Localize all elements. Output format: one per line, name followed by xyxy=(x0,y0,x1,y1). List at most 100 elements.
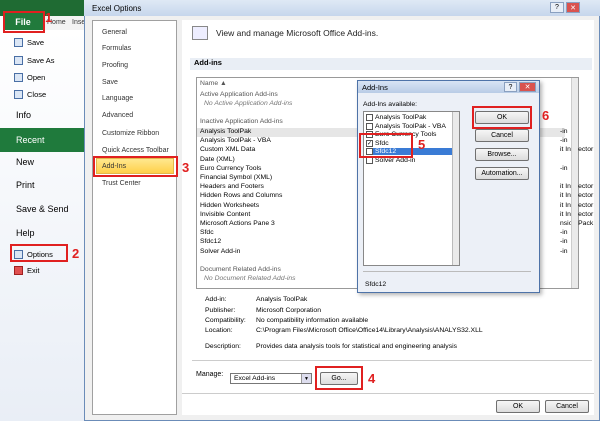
annotation-box-3 xyxy=(93,156,178,177)
annotation-box-1 xyxy=(3,11,45,33)
help-icon[interactable]: ? xyxy=(550,2,564,13)
open-item[interactable]: Open xyxy=(0,73,92,82)
active-none: No Active Application Add-ins xyxy=(204,100,293,107)
backstage-menu xyxy=(0,30,92,421)
detail-location-value: C:\Program Files\Microsoft Office\Office… xyxy=(256,327,483,334)
annotation-3: 3 xyxy=(182,160,190,175)
close-item[interactable]: Close xyxy=(0,90,92,99)
addin-row[interactable]: Financial Symbol (XML) xyxy=(200,174,272,181)
checkbox[interactable] xyxy=(366,114,373,121)
divider xyxy=(192,360,592,361)
save-icon xyxy=(14,38,23,47)
addins-help-icon[interactable]: ? xyxy=(504,82,517,92)
addin-type-fragment: -in xyxy=(560,128,568,135)
addin-type-fragment: -in xyxy=(560,229,568,237)
available-item[interactable]: Analysis ToolPak - VBA xyxy=(366,122,446,130)
manage-select[interactable]: Excel Add-ins ▼ xyxy=(230,373,312,384)
cancel-button[interactable]: Cancel xyxy=(545,400,589,413)
dialog-title: Excel Options xyxy=(92,3,142,13)
info-item[interactable]: Info xyxy=(0,110,92,120)
annotation-1: 1 xyxy=(45,10,53,25)
manage-label: Manage: xyxy=(196,371,224,378)
addins-cancel-button[interactable]: Cancel xyxy=(475,129,529,142)
available-item[interactable]: Solver Add-in xyxy=(366,157,415,164)
new-item[interactable]: New xyxy=(0,157,92,167)
available-item[interactable]: Analysis ToolPak xyxy=(366,114,426,121)
detail-desc-label: Description: xyxy=(205,343,241,350)
addin-row[interactable]: Analysis ToolPak xyxy=(200,128,251,135)
detail-addin-value: Analysis ToolPak xyxy=(256,296,308,303)
dialog-title-bar: Excel Options xyxy=(84,0,600,16)
addin-row[interactable]: Hidden Worksheets xyxy=(200,202,259,209)
addins-section-title: Add-ins xyxy=(190,58,592,70)
available-item-label: Analysis ToolPak xyxy=(375,114,427,121)
detail-compat-label: Compatibility: xyxy=(205,317,246,324)
list-scrollbar[interactable] xyxy=(571,78,578,288)
available-item-label: Solver Add-in xyxy=(375,157,416,164)
detail-addin-label: Add-in: xyxy=(205,296,227,303)
addin-row[interactable]: Analysis ToolPak - VBA xyxy=(200,137,271,144)
doc-none: No Document Related Add-ins xyxy=(204,275,296,282)
close-icon[interactable]: ✕ xyxy=(566,2,580,13)
automation-button[interactable]: Automation... xyxy=(475,167,529,180)
detail-compat-value: No compatibility information available xyxy=(256,317,369,324)
detail-publisher-value: Microsoft Corporation xyxy=(256,307,321,314)
browse-button[interactable]: Browse... xyxy=(475,148,529,161)
addin-row[interactable]: Microsoft Actions Pane 3 xyxy=(200,220,275,227)
save-send-item[interactable]: Save & Send xyxy=(0,204,92,214)
addin-row[interactable]: Date (XML) xyxy=(200,156,235,163)
nav-proofing[interactable]: Proofing xyxy=(102,62,128,69)
addin-row[interactable]: Sfdc12 xyxy=(200,238,221,245)
nav-formulas[interactable]: Formulas xyxy=(102,45,131,52)
annotation-box-4 xyxy=(315,366,363,390)
nav-trust-center[interactable]: Trust Center xyxy=(102,180,141,187)
addin-row[interactable]: Headers and Footers xyxy=(200,183,264,190)
save-item[interactable]: Save xyxy=(0,38,92,47)
print-item[interactable]: Print xyxy=(0,180,92,190)
detail-publisher-label: Publisher: xyxy=(205,307,236,314)
annotation-5: 5 xyxy=(418,137,426,152)
addin-row[interactable]: Custom XML Data xyxy=(200,146,255,153)
nav-quick-access-toolbar[interactable]: Quick Access Toolbar xyxy=(102,147,169,154)
nav-save[interactable]: Save xyxy=(102,79,118,86)
addin-row[interactable]: Sfdc xyxy=(200,229,214,236)
annotation-2: 2 xyxy=(72,246,80,261)
addins-close-icon[interactable]: ✕ xyxy=(519,82,536,92)
nav-advanced[interactable]: Advanced xyxy=(102,112,133,119)
recent-item[interactable]: Recent xyxy=(0,128,92,152)
detail-location-label: Location: xyxy=(205,327,233,334)
column-name-header[interactable]: Name ▲ xyxy=(200,80,227,87)
addin-row[interactable]: Hidden Rows and Columns xyxy=(200,192,282,199)
addin-row[interactable]: Euro Currency Tools xyxy=(200,165,261,172)
addin-type-fragment: -in xyxy=(560,164,568,172)
annotation-6: 6 xyxy=(542,108,550,123)
nav-general[interactable]: General xyxy=(102,29,127,36)
doc-header: Document Related Add-ins xyxy=(200,266,281,273)
ok-button[interactable]: OK xyxy=(496,400,540,413)
available-label: Add-Ins available: xyxy=(363,101,418,108)
available-item-label: Analysis ToolPak - VBA xyxy=(375,122,446,130)
exit-item[interactable]: Exit xyxy=(0,266,92,275)
addin-row[interactable]: Solver Add-in xyxy=(200,248,240,255)
active-header: Active Application Add-ins xyxy=(200,91,278,98)
addin-type-fragment: -in xyxy=(560,137,568,145)
addins-gear-icon xyxy=(192,26,208,40)
available-scrollbar[interactable] xyxy=(452,112,459,265)
checkbox[interactable] xyxy=(366,157,373,164)
folder-icon xyxy=(14,73,23,82)
annotation-box-5 xyxy=(359,133,413,158)
help-item[interactable]: Help xyxy=(0,228,92,238)
annotation-box-2 xyxy=(10,244,68,262)
inactive-header: Inactive Application Add-ins xyxy=(200,118,283,125)
addins-divider xyxy=(363,271,531,272)
nav-language[interactable]: Language xyxy=(102,95,133,102)
exit-icon xyxy=(14,266,23,275)
addin-row[interactable]: Invisible Content xyxy=(200,211,250,218)
checkbox[interactable] xyxy=(366,122,373,130)
addin-description: Sfdc12 xyxy=(365,281,387,288)
save-as-item[interactable]: Save As xyxy=(0,56,92,65)
addin-type-fragment: -in xyxy=(560,238,568,246)
nav-customize-ribbon[interactable]: Customize Ribbon xyxy=(102,130,159,137)
save-as-icon xyxy=(14,56,23,65)
detail-desc-value: Provides data analysis tools for statist… xyxy=(256,343,457,350)
